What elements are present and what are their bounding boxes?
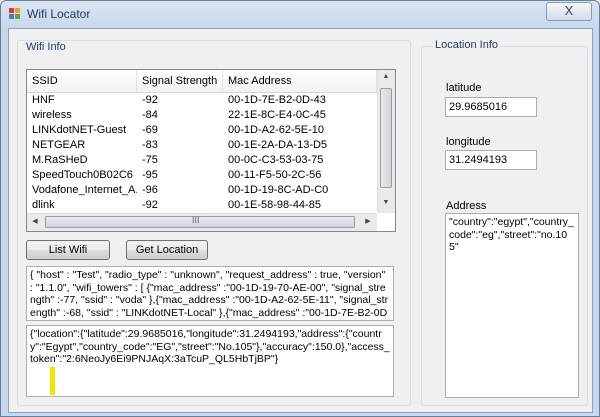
signal-cell: -83 [142, 139, 158, 151]
ssid-cell: dlink [32, 199, 55, 211]
text-highlight-marker [50, 367, 55, 395]
ssid-cell: Vodafone_Internet_A... [32, 184, 137, 196]
mac-cell: 00-1E-58-98-44-85 [228, 199, 321, 211]
vertical-scrollbar[interactable]: ▲ ▼ [377, 70, 395, 213]
scroll-down-icon[interactable]: ▼ [378, 199, 394, 206]
scroll-left-icon[interactable]: ◀ [27, 217, 43, 225]
mac-cell: 00-1D-19-8C-AD-C0 [228, 184, 329, 196]
wifi-list[interactable]: SSID Signal Strength Mac Address HNF -92… [26, 69, 396, 232]
close-icon: X [564, 3, 574, 18]
title-bar[interactable]: Wifi Locator X [1, 1, 599, 27]
table-row[interactable]: Vodafone_Internet_A... -96 00-1D-19-8C-A… [27, 183, 377, 198]
signal-cell: -69 [142, 124, 158, 136]
get-location-button[interactable]: Get Location [126, 240, 208, 260]
client-area: Wifi Info SSID Signal Strength Mac Addre… [8, 28, 593, 413]
mac-cell: 00-0C-C3-53-03-75 [228, 154, 324, 166]
table-row[interactable]: wireless -84 22-1E-8C-E4-0C-45 [27, 108, 377, 123]
table-row[interactable]: M.RaSHeD -75 00-0C-C3-53-03-75 [27, 153, 377, 168]
latitude-field[interactable]: 29.9685016 [445, 97, 537, 117]
ssid-cell: LINKdotNET-Guest [32, 124, 127, 136]
scroll-right-icon[interactable]: ▶ [360, 217, 376, 225]
signal-cell: -84 [142, 109, 158, 121]
signal-cell: -95 [142, 169, 158, 181]
table-row[interactable]: dlink -92 00-1E-58-98-44-85 [27, 198, 377, 213]
horizontal-scroll-thumb[interactable]: III [45, 215, 355, 228]
signal-cell: -75 [142, 154, 158, 166]
scroll-grip-icon: III [192, 215, 200, 225]
column-header-ssid[interactable]: SSID [27, 70, 137, 92]
ssid-cell: NETGEAR [32, 139, 86, 151]
signal-cell: -92 [142, 94, 158, 106]
wifi-list-header: SSID Signal Strength Mac Address [27, 70, 377, 93]
ssid-cell: M.RaSHeD [32, 154, 88, 166]
address-field[interactable]: "country":"egypt","country_code":"eg","s… [445, 213, 579, 398]
signal-cell: -96 [142, 184, 158, 196]
table-row[interactable]: SpeedTouch0B02C6 -95 00-11-F5-50-2C-56 [27, 168, 377, 183]
table-row[interactable]: LINKdotNET-Guest -69 00-1D-A2-62-5E-10 [27, 123, 377, 138]
ssid-cell: SpeedTouch0B02C6 [32, 169, 133, 181]
column-header-signal[interactable]: Signal Strength [137, 70, 223, 92]
location-info-label: Location Info [433, 39, 500, 51]
longitude-label: longitude [446, 136, 491, 148]
app-icon [9, 8, 20, 19]
mac-cell: 00-1D-7E-B2-0D-43 [228, 94, 326, 106]
column-header-mac[interactable]: Mac Address [223, 70, 377, 92]
vertical-scroll-thumb[interactable] [380, 88, 392, 188]
response-json-textbox[interactable]: {"location":{"latitude":29.9685016,"long… [26, 325, 394, 397]
scroll-up-icon[interactable]: ▲ [378, 73, 394, 80]
wifi-info-label: Wifi Info [24, 41, 68, 53]
signal-cell: -92 [142, 199, 158, 211]
mac-cell: 22-1E-8C-E4-0C-45 [228, 109, 326, 121]
table-row[interactable]: HNF -92 00-1D-7E-B2-0D-43 [27, 93, 377, 108]
address-label: Address [446, 200, 487, 212]
app-window: Wifi Locator X Wifi Info SSID Signal Str… [0, 0, 600, 417]
mac-cell: 00-1D-A2-62-5E-10 [228, 124, 324, 136]
ssid-cell: HNF [32, 94, 55, 106]
latitude-label: latitude [446, 82, 482, 94]
horizontal-scrollbar[interactable]: ◀ III ▶ [27, 213, 377, 231]
ssid-cell: wireless [32, 109, 72, 121]
longitude-field[interactable]: 31.2494193 [445, 150, 537, 170]
table-row[interactable]: NETGEAR -83 00-1E-2A-DA-13-D5 [27, 138, 377, 153]
mac-cell: 00-11-F5-50-2C-56 [228, 169, 322, 181]
close-button[interactable]: X [546, 2, 592, 21]
list-wifi-button[interactable]: List Wifi [26, 240, 110, 260]
mac-cell: 00-1E-2A-DA-13-D5 [228, 139, 328, 151]
request-json-textbox[interactable]: { "host" : "Test", "radio_type" : "unkno… [26, 266, 394, 321]
window-title: Wifi Locator [27, 7, 91, 21]
